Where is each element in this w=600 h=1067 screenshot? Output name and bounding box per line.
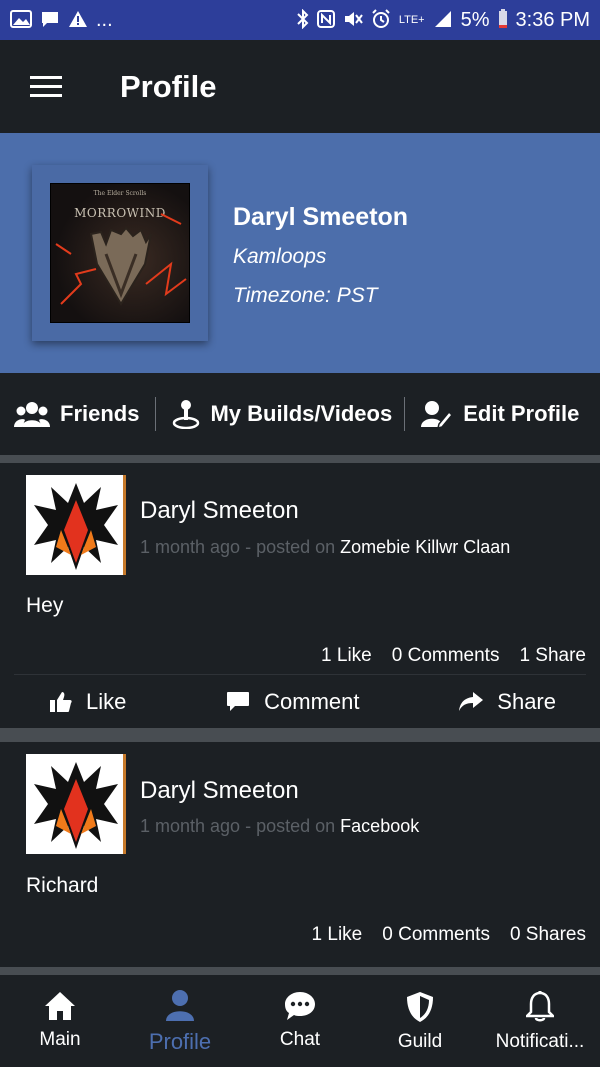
post-group-link[interactable]: Facebook [340, 816, 419, 836]
home-icon [45, 992, 75, 1020]
nav-profile-label: Profile [148, 1029, 212, 1054]
edit-profile-button[interactable]: Edit Profile [421, 400, 579, 428]
posted-on-label: - posted on [245, 816, 336, 836]
profile-actions: Friends My Builds/Videos Edit Profile [0, 373, 600, 455]
person-icon [166, 990, 194, 1021]
author-avatar[interactable] [26, 754, 126, 854]
post-time: 1 month ago [140, 816, 241, 836]
nav-guild[interactable]: Guild [360, 975, 480, 1067]
post-group-link[interactable]: Zomebie Killwr Claan [340, 537, 510, 557]
nav-notifications[interactable]: Notificati... [480, 975, 600, 1067]
my-builds-button[interactable]: My Builds/Videos [172, 399, 392, 429]
gallery-icon [10, 9, 32, 31]
profile-name: Daryl Smeeton [233, 203, 409, 231]
comment-count[interactable]: 0 Comments [392, 645, 500, 667]
hamburger-icon [30, 75, 62, 97]
thumbs-up-icon [50, 691, 72, 712]
morrowind-cover-image: The Elder Scrolls MORROWIND [50, 183, 190, 323]
profile-timezone: Timezone: PST [233, 284, 378, 307]
like-label: Like [86, 688, 127, 714]
share-label: Share [497, 688, 556, 714]
comment-icon [227, 691, 250, 711]
edit-profile-label: Edit Profile [463, 401, 580, 426]
comment-count[interactable]: 0 Comments [382, 924, 490, 946]
nav-notifications-label: Notificati... [495, 1031, 585, 1052]
bluetooth-icon [297, 8, 309, 32]
nfc-icon [316, 9, 335, 31]
shield-icon [407, 992, 433, 1022]
action-divider [155, 397, 157, 431]
comment-button[interactable]: Comment [226, 688, 360, 715]
like-button[interactable]: Like [50, 689, 126, 715]
app-bar: Profile [0, 40, 600, 133]
share-icon [459, 691, 484, 711]
clock: 3:36 PM [515, 8, 590, 31]
bottom-navigation: Main Profile Chat Guild Notificati... [0, 975, 600, 1067]
morrowind-emblem-icon [55, 213, 187, 306]
nav-guild-label: Guild [397, 1031, 443, 1052]
share-count[interactable]: 1 Share [519, 645, 586, 667]
bell-icon [526, 991, 554, 1022]
profile-city: Kamloops [233, 245, 327, 268]
alarm-icon [371, 8, 391, 32]
action-divider [404, 397, 406, 431]
guild-emblem-icon [26, 754, 126, 854]
nav-chat-label: Chat [279, 1029, 321, 1050]
post-stats: 1 Like 0 Comments 1 Share [321, 645, 586, 667]
profile-avatar[interactable]: The Elder Scrolls MORROWIND [32, 165, 208, 341]
section-divider [0, 455, 600, 463]
like-count[interactable]: 1 Like [312, 924, 363, 946]
battery-icon [498, 8, 508, 32]
friends-icon [14, 402, 50, 427]
profile-header: The Elder Scrolls MORROWIND Daryl Smeeto… [0, 133, 600, 373]
post-author[interactable]: Daryl Smeeton [140, 497, 299, 525]
chat-icon [285, 992, 315, 1020]
share-count[interactable]: 0 Shares [510, 924, 586, 946]
like-count[interactable]: 1 Like [321, 645, 372, 667]
section-divider [0, 967, 600, 975]
mute-icon [343, 10, 363, 31]
nav-main[interactable]: Main [0, 975, 120, 1067]
warning-icon [68, 10, 88, 31]
posted-on-label: - posted on [245, 537, 336, 557]
post-text: Hey [26, 594, 64, 617]
nav-profile[interactable]: Profile [120, 975, 240, 1067]
page-title: Profile [120, 68, 217, 104]
menu-button[interactable] [0, 40, 92, 133]
my-builds-label: My Builds/Videos [210, 401, 393, 426]
post-actions: Like Comment Share [14, 674, 586, 728]
status-bar: ... LTE+ 5% 3:36 PM [0, 0, 600, 40]
post-card: Daryl Smeeton 1 month ago - posted on Zo… [0, 463, 600, 728]
comment-label: Comment [264, 688, 360, 714]
post-stats: 1 Like 0 Comments 0 Shares [312, 924, 586, 946]
more-notifications: ... [96, 8, 113, 31]
message-icon [40, 10, 60, 31]
author-avatar[interactable] [26, 475, 126, 575]
share-button[interactable]: Share [459, 689, 556, 715]
guild-emblem-icon [26, 475, 126, 575]
battery-percent: 5% [460, 8, 490, 31]
post-meta: 1 month ago - posted on Zomebie Killwr C… [140, 537, 510, 558]
nav-main-label: Main [39, 1029, 81, 1050]
section-divider [0, 728, 600, 742]
post-card: Daryl Smeeton 1 month ago - posted on Fa… [0, 742, 600, 967]
friends-button[interactable]: Friends [14, 400, 139, 428]
nav-chat[interactable]: Chat [240, 975, 360, 1067]
signal-icon [433, 10, 453, 31]
network-type: LTE+ [398, 14, 425, 26]
friends-label: Friends [60, 401, 140, 426]
post-author[interactable]: Daryl Smeeton [140, 777, 299, 805]
post-time: 1 month ago [140, 537, 241, 557]
post-text: Richard [26, 874, 99, 897]
joystick-icon [173, 400, 200, 429]
post-meta: 1 month ago - posted on Facebook [140, 816, 419, 837]
edit-profile-icon [421, 401, 454, 428]
